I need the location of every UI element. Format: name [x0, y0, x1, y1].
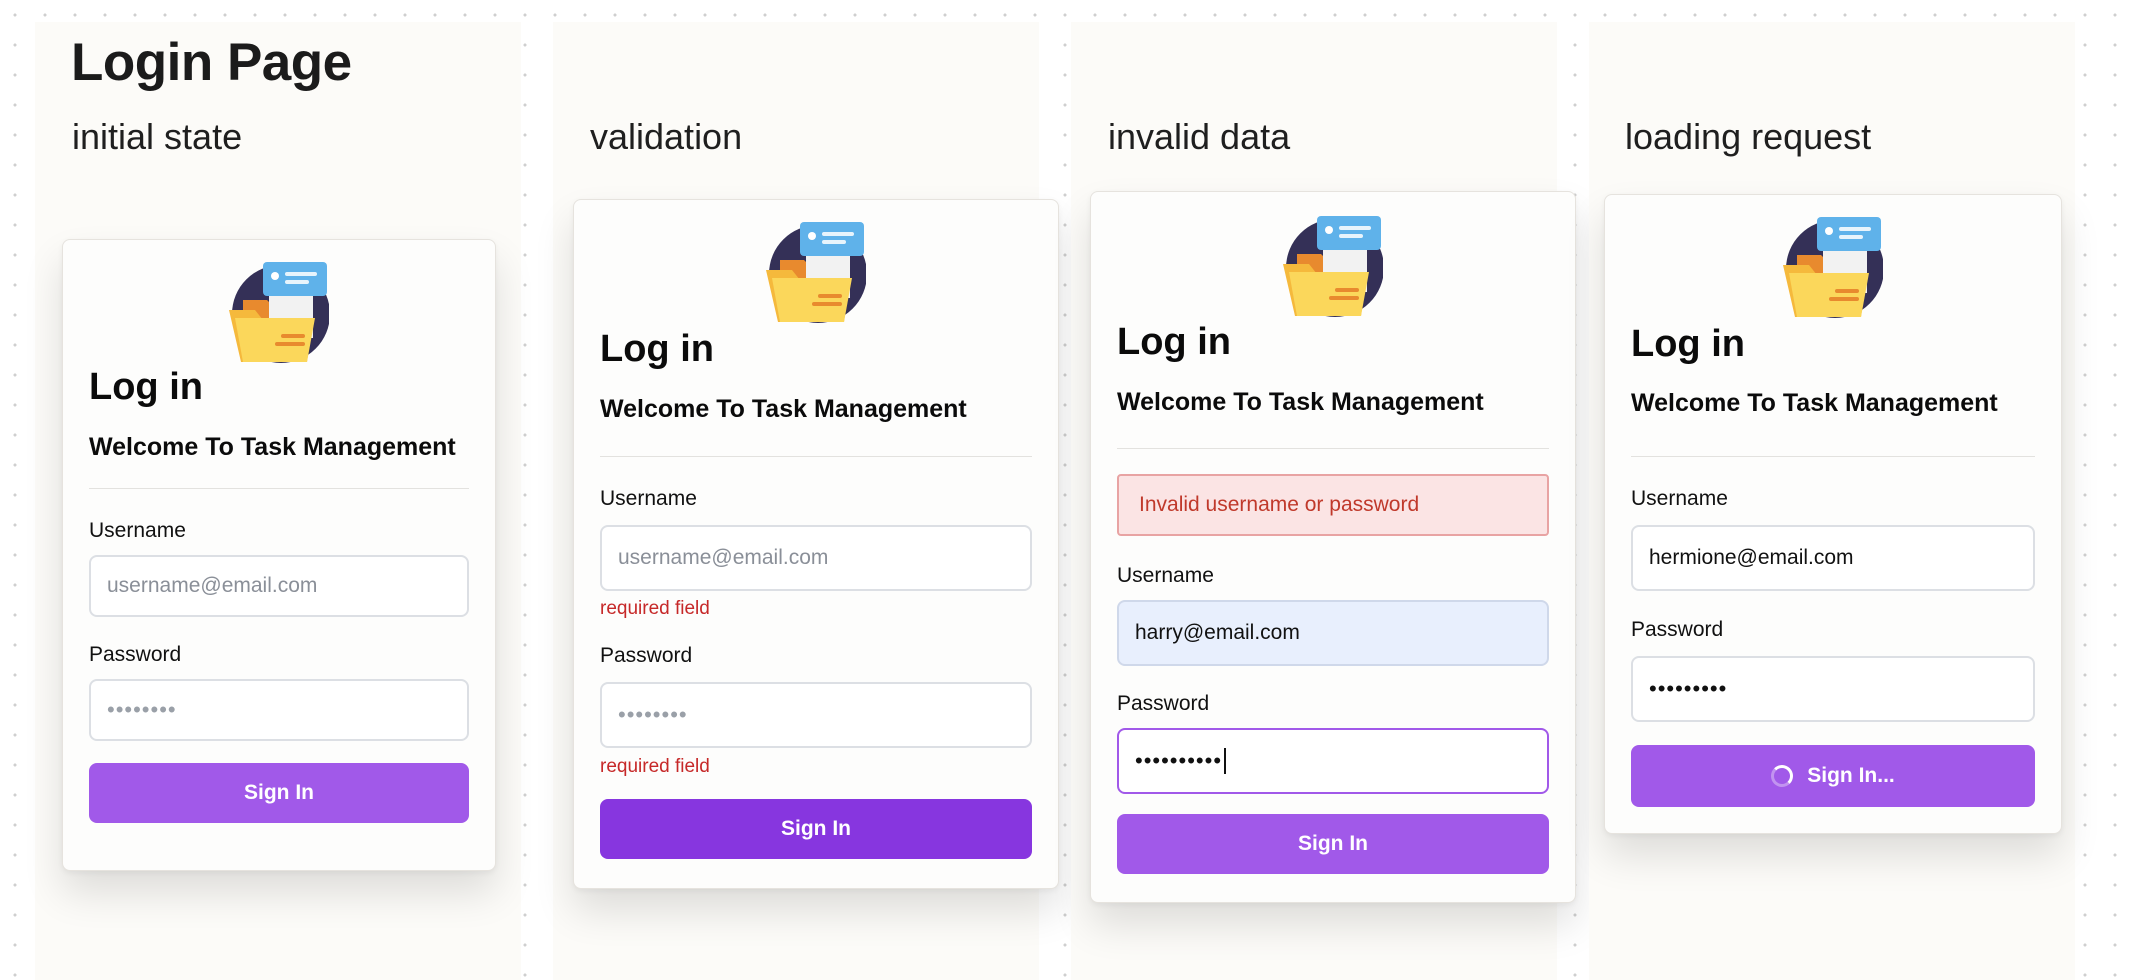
card-subtitle: Welcome To Task Management: [89, 433, 456, 461]
password-error: required field: [600, 756, 710, 777]
column-invalid-data: invalid data Log in Welcome To Task Mana…: [1071, 22, 1576, 980]
divider: [600, 456, 1032, 457]
page-title: Login Page: [71, 33, 352, 92]
card-heading: Log in: [1631, 323, 1745, 365]
card-subtitle: Welcome To Task Management: [600, 395, 967, 423]
folder-document-icon: [766, 222, 866, 323]
username-placeholder: username@email.com: [618, 546, 829, 569]
text-caret: [1224, 748, 1227, 774]
password-label: Password: [89, 643, 182, 666]
card-subtitle: Welcome To Task Management: [1631, 389, 1998, 417]
username-input[interactable]: username@email.com: [600, 525, 1032, 591]
column-label: validation: [590, 116, 743, 157]
username-value: hermione@email.com: [1649, 546, 1854, 569]
password-input[interactable]: •••••••••: [1631, 656, 2035, 722]
folder-document-icon: [229, 262, 329, 363]
username-input[interactable]: hermione@email.com: [1631, 525, 2035, 591]
sign-in-button[interactable]: Sign In: [1117, 814, 1549, 874]
divider: [1631, 456, 2035, 457]
password-label: Password: [600, 644, 693, 667]
card-heading: Log in: [1117, 321, 1231, 363]
password-placeholder: ••••••••: [107, 697, 177, 722]
password-value: ••••••••••: [1135, 748, 1223, 773]
login-card: Log in Welcome To Task Management Userna…: [1604, 194, 2062, 834]
folder-document-icon: [1283, 216, 1383, 317]
divider: [1117, 448, 1549, 449]
username-label: Username: [1631, 487, 1728, 510]
password-label: Password: [1117, 692, 1210, 715]
column-label: loading request: [1625, 116, 1872, 157]
sign-in-button-label: Sign In...: [1807, 764, 1895, 787]
login-card: Log in Welcome To Task Management Userna…: [573, 199, 1059, 889]
username-error: required field: [600, 598, 710, 619]
card-subtitle: Welcome To Task Management: [1117, 388, 1484, 416]
divider: [89, 488, 469, 489]
password-input[interactable]: ••••••••••: [1117, 728, 1549, 794]
password-input[interactable]: ••••••••: [89, 679, 469, 741]
username-placeholder: username@email.com: [107, 574, 318, 597]
card-heading: Log in: [89, 366, 203, 408]
login-card: Log in Welcome To Task Management Userna…: [62, 239, 496, 871]
password-placeholder: ••••••••: [618, 702, 688, 727]
card-heading: Log in: [600, 328, 714, 370]
column-label: invalid data: [1108, 116, 1291, 157]
column-label: initial state: [72, 116, 243, 157]
folder-document-icon: [1783, 217, 1883, 318]
sign-in-button[interactable]: Sign In: [89, 763, 469, 823]
username-label: Username: [600, 487, 697, 510]
login-card: Log in Welcome To Task Management Invali…: [1090, 191, 1576, 903]
password-label: Password: [1631, 618, 1724, 641]
password-input[interactable]: ••••••••: [600, 682, 1032, 748]
username-label: Username: [1117, 564, 1214, 587]
loading-spinner-icon: [1771, 765, 1794, 787]
column-loading-request: loading request Log in Welcome To Task M…: [1589, 22, 2075, 980]
error-alert: Invalid username or password: [1117, 474, 1549, 536]
password-value: •••••••••: [1649, 676, 1728, 701]
username-label: Username: [89, 519, 186, 542]
column-validation: validation Log in Welcome To Task Manage…: [553, 22, 1059, 980]
sign-in-button[interactable]: Sign In...: [1631, 745, 2035, 807]
sign-in-button[interactable]: Sign In: [600, 799, 1032, 859]
username-input[interactable]: username@email.com: [89, 555, 469, 617]
column-initial-state: Login Page initial state Log in Welcome …: [35, 22, 521, 980]
username-input[interactable]: harry@email.com: [1117, 600, 1549, 666]
username-value: harry@email.com: [1135, 621, 1300, 644]
